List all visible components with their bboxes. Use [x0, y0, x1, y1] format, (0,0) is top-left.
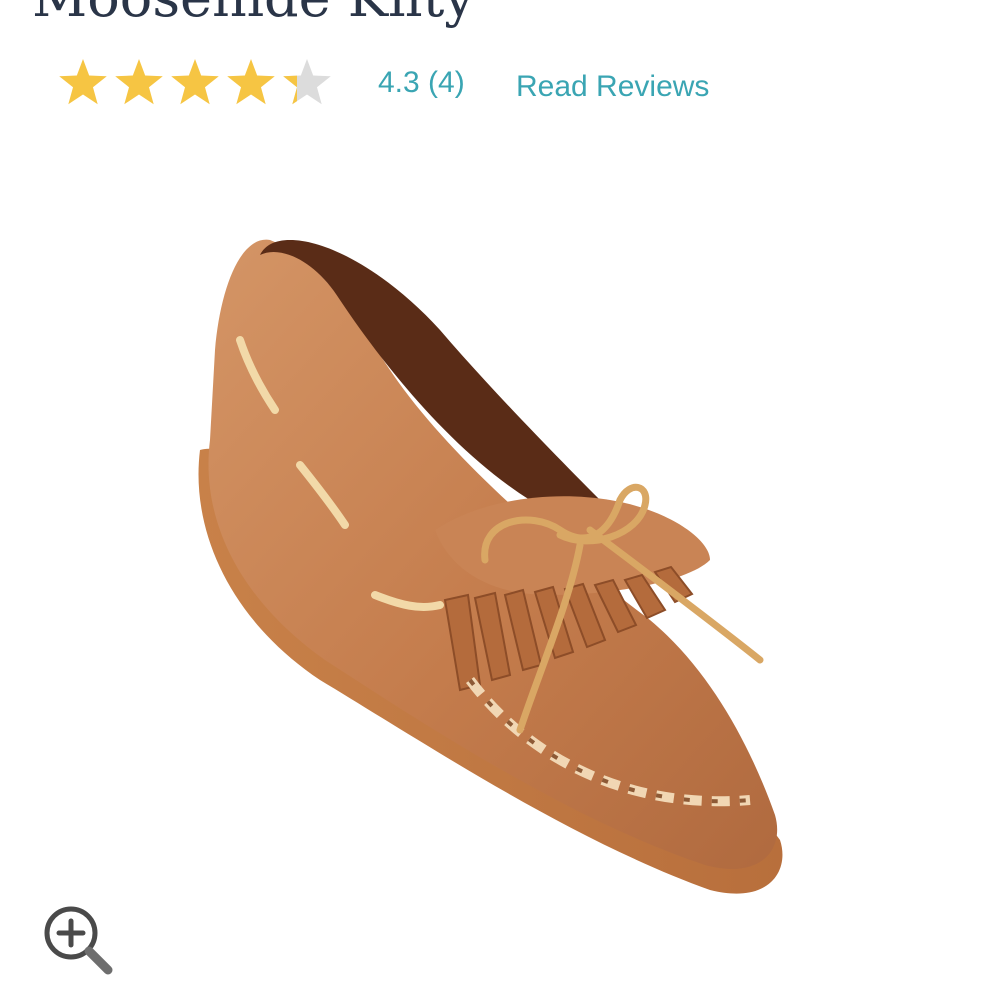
zoom-in-icon — [44, 906, 113, 975]
star-icon — [115, 59, 163, 105]
star-icon — [171, 59, 219, 105]
rating-summary: 4.3 (4) — [378, 66, 465, 99]
product-title: Moosehide Kilty — [32, 0, 475, 28]
moccasin-illustration — [198, 239, 783, 894]
rating-row: 4.3 (4) Read Reviews — [58, 54, 758, 114]
star-rating — [58, 56, 338, 112]
star-icon — [59, 59, 107, 105]
product-image[interactable] — [150, 200, 850, 940]
zoom-button[interactable] — [38, 900, 118, 980]
star-icon — [227, 59, 275, 105]
read-reviews-link[interactable]: Read Reviews — [516, 70, 709, 104]
